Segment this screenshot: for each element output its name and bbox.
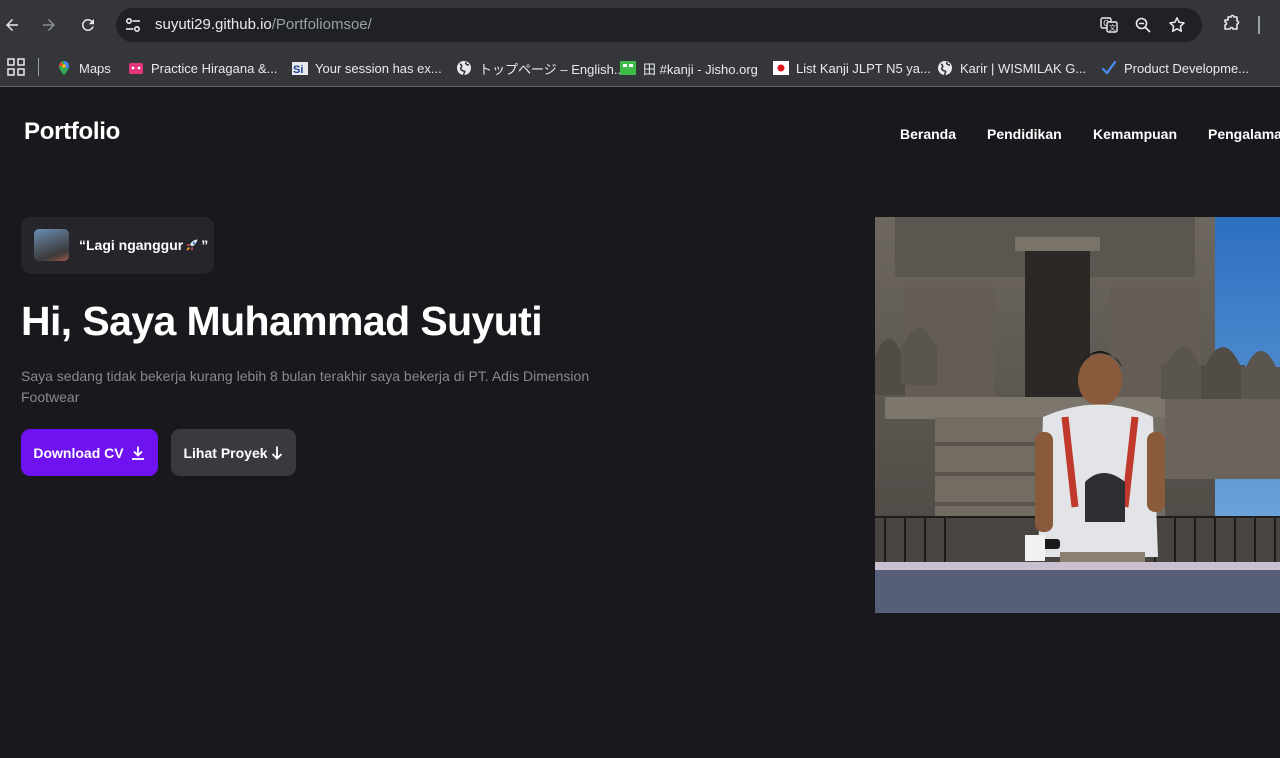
bookmark-label: Maps: [79, 60, 111, 76]
bookmark-hiragana[interactable]: Practice Hiragana &...: [128, 55, 277, 81]
nav-pengalaman[interactable]: Pengalaman: [1208, 126, 1280, 142]
rocket-icon: [185, 238, 199, 255]
status-text-close: ”: [201, 237, 209, 253]
japan-flag-icon: [773, 60, 789, 76]
site-logo[interactable]: Portfolio: [24, 118, 120, 146]
arrow-left-icon: [6, 19, 18, 31]
status-text: “Lagi nganggur ”: [79, 237, 208, 255]
address-bar[interactable]: suyuti29.github.io/Portfoliomsoe/ G文: [116, 8, 1202, 42]
jisho-icon: [620, 60, 636, 76]
blue-check-icon: [1101, 60, 1117, 76]
globe-icon: [937, 60, 953, 76]
bookmark-label: List Kanji JLPT N5 ya...: [796, 60, 931, 76]
reload-icon: [81, 18, 94, 31]
bookmark-label: トップページ – English...: [479, 61, 625, 77]
bookmark-product[interactable]: Product Developme...: [1101, 55, 1249, 81]
zoom-icon[interactable]: [1134, 16, 1152, 34]
hero-description: Saya sedang tidak bekerja kurang lebih 8…: [21, 368, 590, 405]
forward-button[interactable]: [37, 13, 61, 37]
bookmark-label: Karir | WISMILAK G...: [960, 60, 1087, 76]
toolbar-separator: [1258, 16, 1260, 34]
download-icon: [130, 445, 146, 461]
bookmark-kanji-list[interactable]: List Kanji JLPT N5 ya...: [773, 55, 931, 81]
nav-kemampuan[interactable]: Kemampuan: [1093, 126, 1177, 142]
temple-photo-image: [875, 217, 1280, 613]
svg-text:文: 文: [1109, 23, 1116, 32]
maps-pin-icon: [56, 60, 72, 76]
arrow-down-icon: [270, 445, 284, 461]
bookmark-karir[interactable]: Karir | WISMILAK G...: [937, 55, 1086, 81]
back-button[interactable]: [0, 13, 24, 37]
bookmark-jisho[interactable]: 田 #kanji - Jisho.org: [620, 55, 758, 81]
extensions-button[interactable]: [1220, 14, 1242, 36]
puzzle-icon: [1224, 14, 1240, 30]
download-cv-label: Download CV: [33, 444, 124, 461]
avatar: [34, 229, 69, 261]
bookmark-maps[interactable]: Maps: [56, 55, 111, 81]
nav-pendidikan[interactable]: Pendidikan: [987, 126, 1062, 142]
svg-text:Si: Si: [293, 64, 303, 76]
chrome-border: [0, 86, 1280, 87]
pink-controller-icon: [128, 60, 144, 76]
bookmarks-bar: Maps Practice Hiragana &... Si Your sess…: [0, 50, 1280, 86]
view-projects-label: Lihat Proyek: [183, 444, 268, 461]
bookmark-label: 田 #kanji - Jisho.org: [643, 61, 758, 77]
bookmarks-divider: [38, 58, 39, 76]
browser-chrome: suyuti29.github.io/Portfoliomsoe/ G文 Map…: [0, 0, 1280, 87]
url-text[interactable]: suyuti29.github.io/Portfoliomsoe/: [155, 16, 372, 34]
bookmark-star-icon[interactable]: [1168, 16, 1186, 34]
arrow-right-icon: [43, 19, 55, 31]
url-path: /Portfoliomsoe/: [271, 16, 372, 33]
status-chip: “Lagi nganggur ”: [21, 217, 214, 274]
bookmark-label: Practice Hiragana &...: [151, 60, 278, 76]
nav-beranda[interactable]: Beranda: [900, 126, 956, 142]
si-logo-icon: Si: [292, 60, 308, 76]
site-info-icon[interactable]: [124, 16, 142, 34]
browser-toolbar: suyuti29.github.io/Portfoliomsoe/ G文: [0, 0, 1280, 50]
status-text-open: “Lagi nganggur: [79, 237, 184, 253]
download-cv-button[interactable]: Download CV: [21, 429, 158, 476]
reload-button[interactable]: [76, 13, 100, 37]
apps-grid-icon[interactable]: [6, 57, 26, 77]
globe-icon: [456, 60, 472, 76]
translate-icon[interactable]: G文: [1100, 16, 1118, 34]
bookmark-label: Your session has ex...: [315, 60, 442, 76]
profile-photo: [875, 217, 1280, 613]
view-projects-button[interactable]: Lihat Proyek: [171, 429, 296, 476]
bookmark-session[interactable]: Si Your session has ex...: [292, 55, 442, 81]
url-host: suyuti29.github.io: [155, 16, 272, 33]
bookmark-english[interactable]: トップページ – English...: [456, 55, 625, 81]
hero-title: Hi, Saya Muhammad Suyuti: [21, 298, 543, 344]
bookmark-label: Product Developme...: [1124, 60, 1250, 76]
